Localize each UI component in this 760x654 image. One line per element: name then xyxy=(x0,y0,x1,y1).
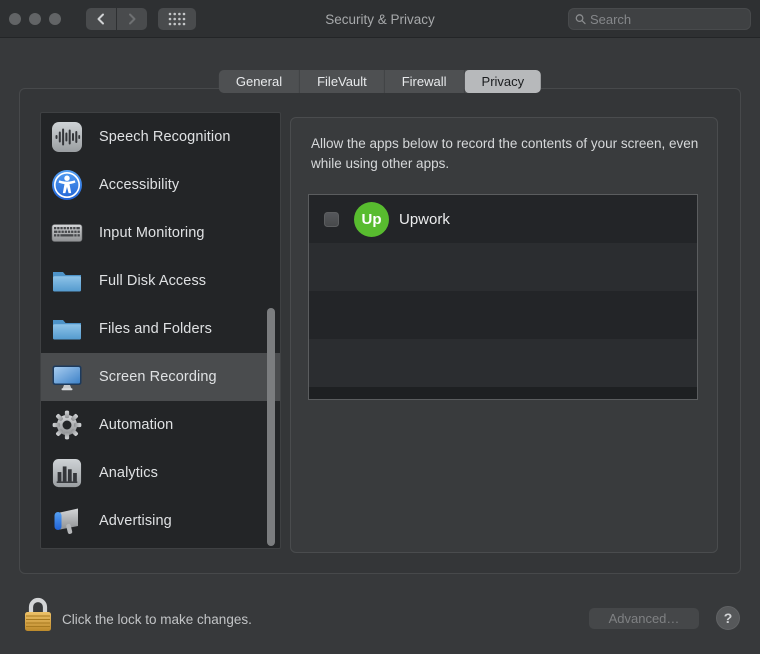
panel-description: Allow the apps below to record the conte… xyxy=(311,134,707,173)
sidebar-item-label: Automation xyxy=(99,417,173,433)
search-icon xyxy=(575,13,586,25)
sidebar-item-files-and-folders[interactable]: Files and Folders xyxy=(41,305,280,353)
question-mark-icon: ? xyxy=(724,610,733,626)
sidebar-scrollbar[interactable] xyxy=(267,308,275,546)
sidebar-item-speech-recognition[interactable]: Speech Recognition xyxy=(41,113,280,161)
gear-icon xyxy=(50,408,84,442)
app-permission-list: Up Upwork xyxy=(308,194,698,400)
sidebar-item-input-monitoring[interactable]: Input Monitoring xyxy=(41,209,280,257)
sidebar-item-label: Full Disk Access xyxy=(99,273,206,289)
sidebar-item-advertising[interactable]: Advertising xyxy=(41,497,280,545)
tab-filevault[interactable]: FileVault xyxy=(300,70,385,93)
sidebar-item-label: Files and Folders xyxy=(99,321,212,337)
empty-row xyxy=(309,387,697,400)
tab-privacy[interactable]: Privacy xyxy=(465,70,542,93)
search-input[interactable] xyxy=(590,12,744,27)
waveform-icon xyxy=(50,120,84,154)
accessibility-icon xyxy=(50,168,84,202)
advanced-button[interactable]: Advanced… xyxy=(589,608,699,629)
empty-row xyxy=(309,291,697,339)
privacy-category-list: Speech Recognition Accessibility I xyxy=(40,112,281,549)
sidebar-item-automation[interactable]: Automation xyxy=(41,401,280,449)
upwork-checkbox[interactable] xyxy=(324,212,339,227)
grid-icon xyxy=(168,12,186,26)
close-window-icon[interactable] xyxy=(9,13,21,25)
upwork-logo-text: Up xyxy=(362,211,382,228)
titlebar: Security & Privacy xyxy=(0,0,760,38)
bar-chart-icon xyxy=(50,456,84,490)
upwork-logo-icon: Up xyxy=(354,202,389,237)
search-field[interactable] xyxy=(568,8,751,30)
forward-button[interactable] xyxy=(117,8,147,30)
sidebar-item-label: Speech Recognition xyxy=(99,129,231,145)
megaphone-icon xyxy=(50,504,84,538)
sidebar-item-label: Input Monitoring xyxy=(99,225,205,241)
help-button[interactable]: ? xyxy=(716,606,740,630)
tab-general[interactable]: General xyxy=(219,70,300,93)
app-name: Upwork xyxy=(399,211,450,228)
sidebar-item-accessibility[interactable]: Accessibility xyxy=(41,161,280,209)
sidebar-item-label: Advertising xyxy=(99,513,172,529)
tab-bar: General FileVault Firewall Privacy xyxy=(219,70,541,93)
sidebar-item-screen-recording[interactable]: Screen Recording xyxy=(41,353,280,401)
chevron-right-icon xyxy=(126,12,138,26)
sidebar-item-label: Accessibility xyxy=(99,177,179,193)
show-all-preferences-button[interactable] xyxy=(158,8,196,30)
sidebar-item-analytics[interactable]: Analytics xyxy=(41,449,280,497)
folder-icon xyxy=(50,312,84,346)
chevron-left-icon xyxy=(95,12,107,26)
display-icon xyxy=(50,360,84,394)
sidebar-item-label: Screen Recording xyxy=(99,369,217,385)
empty-row xyxy=(309,339,697,387)
lock-icon xyxy=(24,596,52,634)
empty-row xyxy=(309,243,697,291)
folder-icon xyxy=(50,264,84,298)
screen-recording-panel: Allow the apps below to record the conte… xyxy=(290,117,718,553)
lock-button[interactable] xyxy=(24,596,52,639)
sidebar-item-full-disk-access[interactable]: Full Disk Access xyxy=(41,257,280,305)
sidebar-item-label: Analytics xyxy=(99,465,158,481)
keyboard-icon xyxy=(50,216,84,250)
app-row-upwork[interactable]: Up Upwork xyxy=(309,195,697,243)
lock-hint-text: Click the lock to make changes. xyxy=(62,612,252,627)
tab-firewall[interactable]: Firewall xyxy=(385,70,465,93)
back-button[interactable] xyxy=(86,8,116,30)
zoom-window-icon[interactable] xyxy=(49,13,61,25)
minimize-window-icon[interactable] xyxy=(29,13,41,25)
